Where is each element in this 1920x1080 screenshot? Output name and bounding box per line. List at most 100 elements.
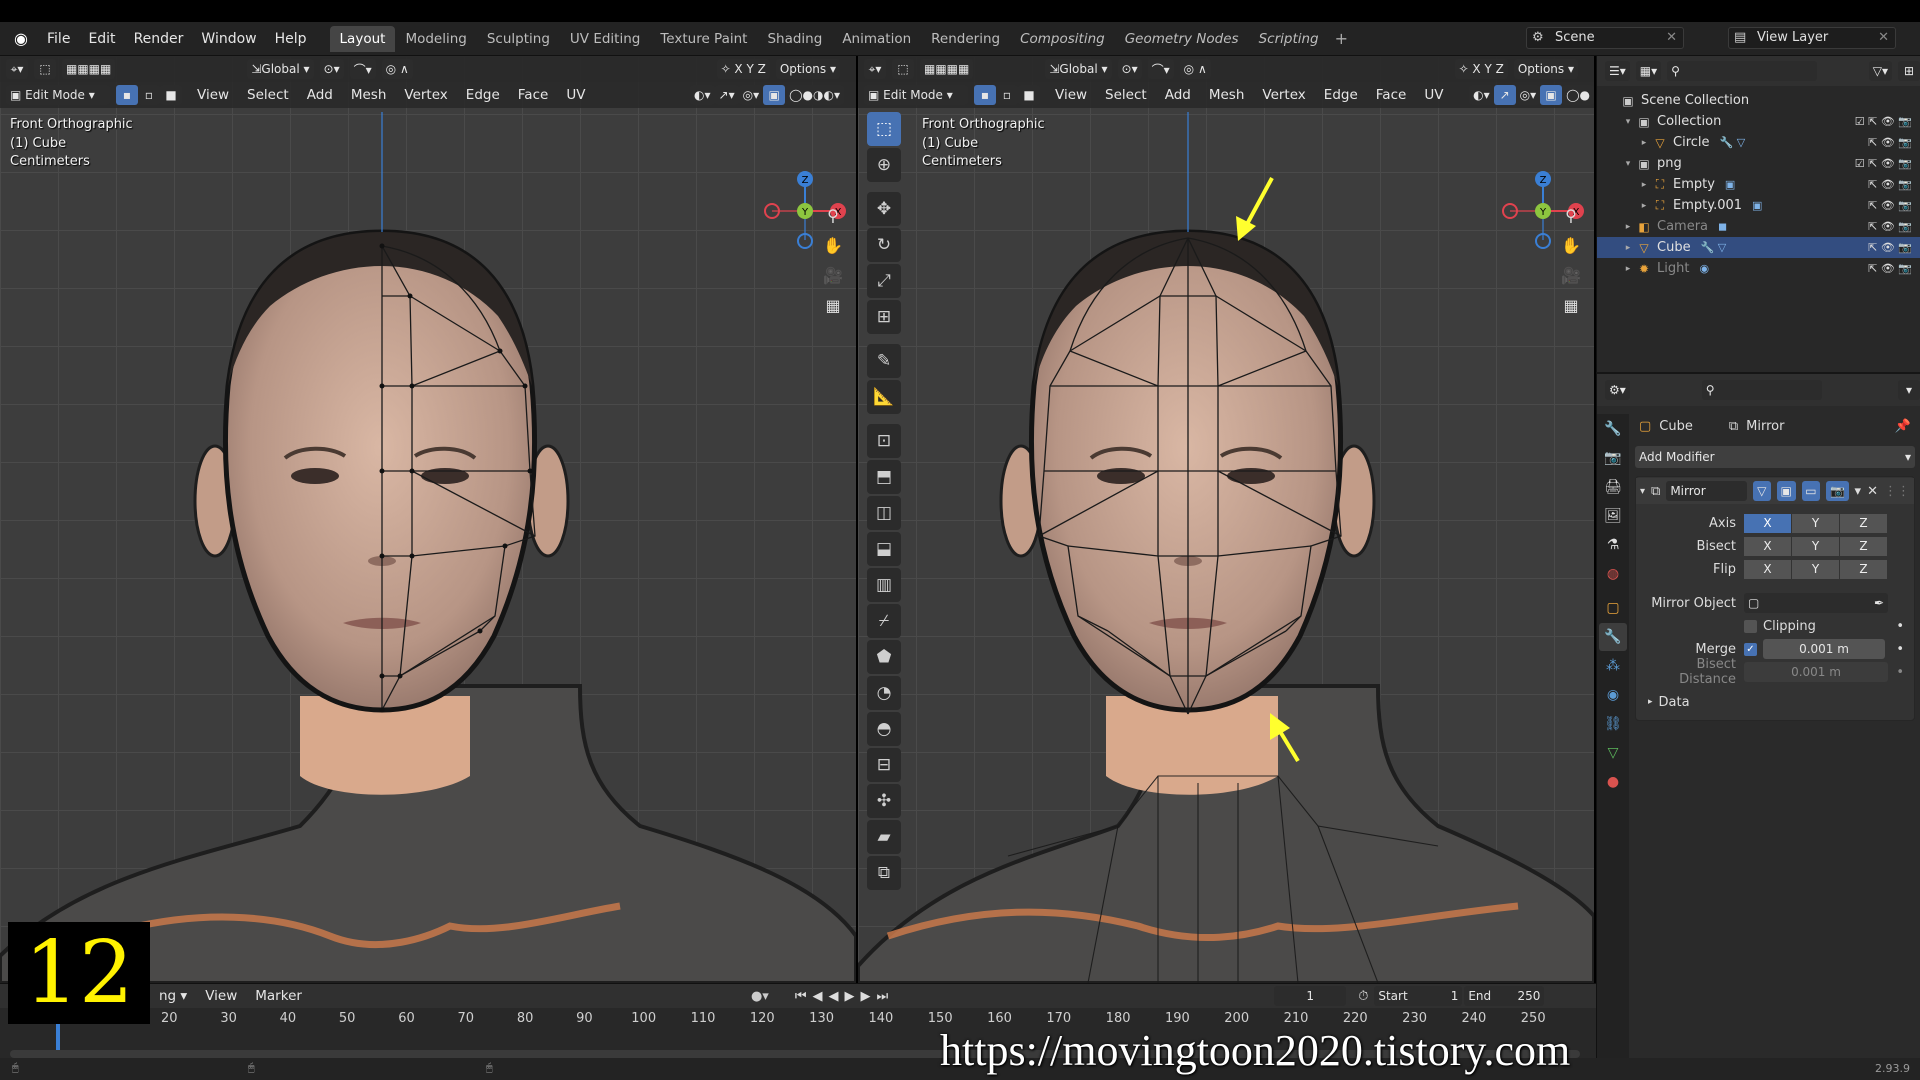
vertex-select-icon[interactable]: ▪ (974, 85, 996, 105)
tab-geometry-nodes[interactable]: Geometry Nodes (1115, 26, 1249, 52)
pin-icon[interactable]: 📌 (1895, 419, 1919, 434)
data-subpanel-header[interactable]: ▸ Data (1636, 691, 1914, 713)
smooth-tool-icon[interactable]: ◓ (867, 712, 901, 746)
visibility-icon[interactable]: ◐▾ (690, 85, 715, 105)
tab-modeling[interactable]: Modeling (395, 26, 476, 52)
face-select-icon[interactable]: ■ (160, 85, 182, 105)
particles-tab-icon[interactable]: ⁂ (1599, 652, 1627, 680)
clipping-checkbox[interactable] (1744, 619, 1757, 633)
outliner-row[interactable]: ▸ ✹ Light ◉ ⇱ 👁 📷 (1597, 258, 1920, 279)
merge-checkbox[interactable]: ✓ (1744, 642, 1757, 656)
edge-select-icon[interactable]: ▫ (996, 85, 1018, 105)
spin-tool-icon[interactable]: ◔ (867, 676, 901, 710)
outliner-row[interactable]: ▸ ◧ Camera ◼ ⇱ 👁 📷 (1597, 216, 1920, 237)
gizmo-icon[interactable]: ↗ (1493, 85, 1516, 105)
keyframe-dot-icon[interactable]: • (1896, 619, 1914, 634)
rip-tool-icon[interactable]: ⧉ (867, 856, 901, 890)
modifier-name-input[interactable]: Mirror (1666, 481, 1747, 501)
scene-close-icon[interactable]: ✕ (1666, 28, 1677, 48)
vertex-select-icon[interactable]: ▪ (116, 85, 138, 105)
gizmo-icon[interactable]: ↗▾ (714, 85, 739, 105)
scale-tool-icon[interactable]: ⤢ (867, 264, 901, 298)
playback-controls[interactable]: ⏮◀◀▶▶⏭ (795, 989, 894, 1004)
merge-distance-input[interactable]: 0.001 m (1763, 639, 1885, 659)
new-collection-icon[interactable]: ⊞ (1898, 61, 1920, 81)
header-menu-mesh[interactable]: Mesh (1200, 87, 1254, 103)
xray-icon[interactable]: ▣ (1540, 85, 1563, 105)
annotate-tool-icon[interactable]: ✎ (867, 344, 901, 378)
menu-render[interactable]: Render (125, 31, 193, 47)
filter-icon[interactable]: ▽▾ (1868, 61, 1892, 81)
display-mode-icon[interactable]: ▦▾ (1635, 61, 1662, 81)
snap-icon[interactable]: ⌒▾ (349, 59, 376, 79)
axis-x-toggle[interactable]: X (1744, 513, 1791, 533)
overlay-icon[interactable]: ◎▾ (1515, 85, 1541, 105)
proportional-edit-icon[interactable]: ◎ ∧ (1179, 59, 1211, 79)
tab-layout[interactable]: Layout (329, 25, 396, 52)
menu-window[interactable]: Window (192, 31, 265, 47)
tab-animation[interactable]: Animation (832, 26, 921, 52)
edit-mode-toggle-icon[interactable]: ▣ (1776, 481, 1796, 501)
mirror-axis-toggles[interactable]: ✧ X Y Z (1454, 59, 1508, 79)
transform-tool-icon[interactable]: ⊞ (867, 300, 901, 334)
blender-logo-icon[interactable]: ◉ (10, 28, 32, 50)
ortho-grid-icon[interactable]: ▦ (1558, 292, 1584, 318)
editor-type-icon[interactable]: ⌖▾ (6, 59, 28, 79)
axis-z-toggle[interactable]: Z (1840, 513, 1887, 533)
options-dropdown[interactable]: Options ▾ (1513, 59, 1578, 79)
start-frame-field[interactable]: Start 1 (1374, 986, 1463, 1006)
select-box-icon[interactable]: ⬚ (34, 59, 56, 79)
close-icon[interactable]: ✕ (1867, 484, 1878, 499)
outliner-row[interactable]: ▸ ⛶ Empty.001 ▣ ⇱ 👁 📷 (1597, 195, 1920, 216)
shading-modes-icon[interactable]: ◯● (1562, 85, 1594, 105)
eyedropper-icon[interactable]: ✒ (1874, 596, 1884, 610)
visibility-toggles[interactable]: ⇱ 👁 📷 (1868, 199, 1912, 212)
visibility-icon[interactable]: ◐▾ (1469, 85, 1494, 105)
header-menu-add[interactable]: Add (1156, 87, 1200, 103)
header-menu-select[interactable]: Select (238, 87, 298, 103)
measure-tool-icon[interactable]: 📐 (867, 380, 901, 414)
outliner-row[interactable]: ▸ ▽ Cube 🔧 ▽ ⇱ 👁 📷 (1597, 237, 1920, 258)
properties-options-icon[interactable]: ▾ (1898, 380, 1920, 400)
add-cube-tool-icon[interactable]: ⊡ (867, 424, 901, 458)
poly-build-tool-icon[interactable]: ⬟ (867, 640, 901, 674)
proportional-edit-icon[interactable]: ◎ ∧ (381, 59, 413, 79)
face-select-icon[interactable]: ■ (1018, 85, 1040, 105)
properties-editor-icon[interactable]: ⚙▾ (1605, 380, 1630, 400)
flip-y-toggle[interactable]: Y (1792, 559, 1839, 579)
transform-orientation-dropdown[interactable]: ⇲ Global ▾ (1045, 59, 1112, 79)
visibility-toggles[interactable]: ☑ ⇱ 👁 📷 (1855, 115, 1912, 128)
header-menu-view[interactable]: View (188, 87, 238, 103)
outliner-editor-icon[interactable]: ☰▾ (1605, 61, 1630, 81)
tool-tab-icon[interactable]: 🔧 (1599, 415, 1627, 443)
keyframe-dot-icon[interactable]: • (1896, 642, 1914, 657)
header-menu-face[interactable]: Face (1367, 87, 1416, 103)
constraints-tab-icon[interactable]: ⛓ (1599, 710, 1627, 738)
outliner-row[interactable]: ▸ ⛶ Empty ▣ ⇱ 👁 📷 (1597, 174, 1920, 195)
render-toggle-icon[interactable]: 📷 (1826, 481, 1849, 501)
shading-modes-icon[interactable]: ◯●◑◐▾ (785, 85, 844, 105)
xray-icon[interactable]: ▣ (763, 85, 786, 105)
tab-scripting[interactable]: Scripting (1249, 26, 1329, 52)
tab-uv-editing[interactable]: UV Editing (560, 26, 650, 52)
tab-compositing[interactable]: Compositing (1010, 26, 1115, 52)
bisect-distance-input[interactable]: 0.001 m (1744, 662, 1888, 682)
outliner-row[interactable]: ▸ ▽ Circle 🔧 ▽ ⇱ 👁 📷 (1597, 132, 1920, 153)
data-tab-icon[interactable]: ▽ (1599, 739, 1627, 767)
scene-tab-icon[interactable]: ⚗ (1599, 531, 1627, 559)
world-tab-icon[interactable]: ◍ (1599, 560, 1627, 588)
disclosure-triangle-icon[interactable]: ▸ (1621, 264, 1635, 274)
visibility-toggles[interactable]: ⇱ 👁 📷 (1868, 220, 1912, 233)
viewport-toggle-icon[interactable]: ▭ (1801, 481, 1821, 501)
edge-select-icon[interactable]: ▫ (138, 85, 160, 105)
disclosure-triangle-icon[interactable]: ▸ (1621, 243, 1635, 253)
header-menu-mesh[interactable]: Mesh (342, 87, 396, 103)
axis-y-toggle[interactable]: Y (1792, 513, 1839, 533)
zoom-icon[interactable]: ⚲ (820, 202, 846, 228)
mirror-object-field[interactable]: ▢ ✒ (1744, 593, 1888, 613)
zoom-icon[interactable]: ⚲ (1558, 202, 1584, 228)
header-menu-view[interactable]: View (1046, 87, 1096, 103)
pivot-point-icon[interactable]: ⊙▾ (1117, 59, 1142, 79)
add-modifier-dropdown[interactable]: Add Modifier ▾ (1635, 446, 1915, 468)
mode-dropdown[interactable]: ▣ Edit Mode ▾ (864, 85, 968, 105)
